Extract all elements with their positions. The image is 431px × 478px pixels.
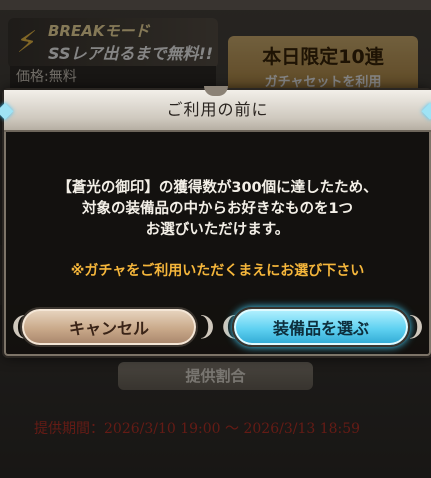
- confirm-dialog: ご利用の前に ◆ ◆ 【蒼光の御印】の獲得数が300個に達したため、 対象の装備…: [0, 86, 431, 356]
- dialog-titlebar: ご利用の前に ◆ ◆: [0, 86, 431, 132]
- diamond-ornament-icon: ◆: [421, 98, 431, 123]
- button-ornament-icon: ❩: [405, 312, 427, 342]
- dialog-notice: ※ガチャをご利用いただくまえにお選び下さい: [70, 263, 365, 279]
- dialog-title: ご利用の前に: [166, 100, 269, 119]
- dialog-message: 【蒼光の御印】の獲得数が300個に達したため、 対象の装備品の中からお好きなもの…: [16, 178, 419, 241]
- message-line: 【蒼光の御印】の獲得数が300個に達したため、: [57, 180, 378, 196]
- cancel-button[interactable]: キャンセル: [20, 307, 198, 347]
- button-ornament-icon: ❩: [196, 312, 218, 342]
- select-equipment-button[interactable]: 装備品を選ぶ: [232, 307, 410, 347]
- diamond-ornament-icon: ◆: [0, 98, 14, 123]
- message-line: お選びいただけます。: [145, 222, 290, 238]
- message-line: 対象の装備品の中からお好きなものを1つ: [81, 201, 354, 217]
